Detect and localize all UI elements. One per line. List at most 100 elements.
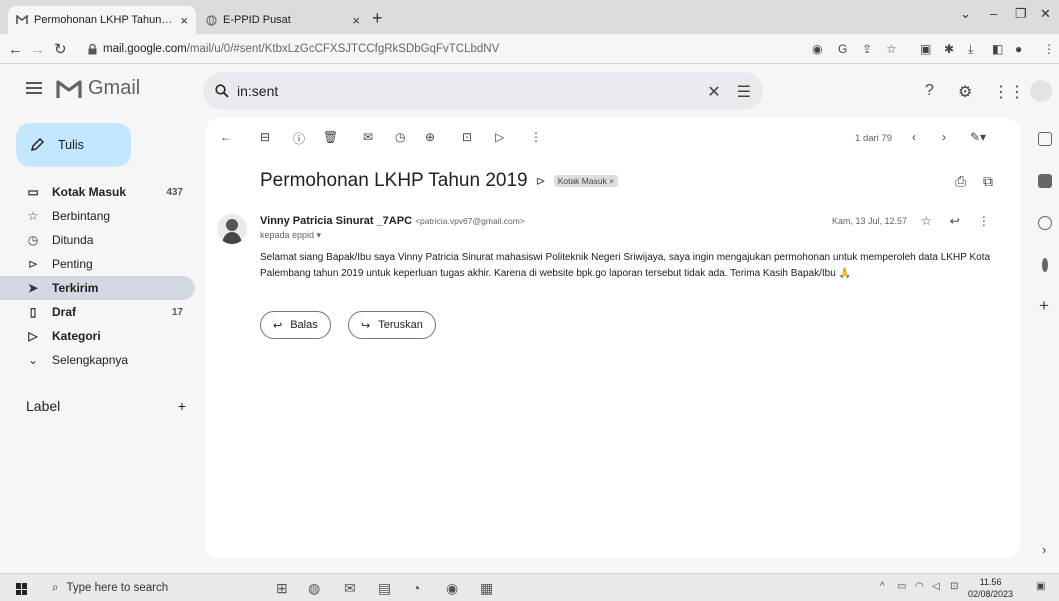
sidebar-item-inbox[interactable]: ▭ Kotak Masuk 437 — [0, 180, 195, 204]
labels-icon[interactable]: ▷ — [495, 130, 504, 144]
sidebar-item-drafts[interactable]: ▯ Draf 17 — [0, 300, 195, 324]
tab-gmail[interactable]: Permohonan LKHP Tahun 2019 - × — [8, 6, 196, 34]
compose-button[interactable]: Tulis — [16, 123, 131, 167]
more-vert-icon[interactable]: ⋮ — [978, 214, 990, 228]
forward-arrow-icon[interactable]: → — [30, 41, 45, 58]
older-chevron-icon[interactable]: › — [942, 130, 946, 144]
mark-unread-icon[interactable]: ✉ — [363, 130, 373, 144]
search-input[interactable]: in:sent — [237, 83, 278, 99]
help-icon[interactable]: ? — [925, 82, 934, 100]
draft-count: 17 — [171, 306, 183, 318]
sidebar-item-sent[interactable]: ➤ Terkirim — [0, 276, 195, 300]
contacts-icon[interactable] — [1042, 258, 1048, 272]
url-path: /mail/u/0/#sent/KtbxLzGcCFXSJTCCfgRkSDbG… — [186, 43, 500, 55]
sidebar-item-important[interactable]: ⊳ Penting — [0, 252, 195, 276]
search-icon[interactable] — [215, 84, 229, 98]
sidebar-item-more[interactable]: ⌄ Selengkapnya — [0, 348, 195, 372]
gmail-header: Gmail in:sent ✕ ☰ ? ⚙ ⋮⋮ — [0, 64, 1059, 118]
bookmark-star-icon[interactable]: ☆ — [886, 42, 897, 56]
windows-start-icon[interactable] — [16, 583, 28, 595]
tab-close-icon[interactable]: × — [352, 13, 360, 28]
sidebar-item-starred[interactable]: ☆ Berbintang — [0, 204, 195, 228]
add-task-icon[interactable]: ⊕ — [425, 130, 435, 144]
sidebar-item-categories[interactable]: ▷ Kategori — [0, 324, 195, 348]
chrome-icon[interactable]: ◉ — [446, 580, 458, 597]
share-icon[interactable]: ⇪ — [862, 42, 872, 56]
gmail-logo[interactable]: Gmail — [56, 77, 140, 100]
battery-icon[interactable]: ▭ — [897, 581, 906, 592]
input-tools-icon[interactable]: ✎▾ — [970, 130, 986, 144]
puzzle-icon[interactable]: ✱ — [944, 42, 954, 56]
tray-chevron-icon[interactable]: ^ — [880, 581, 885, 592]
search-options-icon[interactable]: ☰ — [737, 82, 751, 102]
settings-gear-icon[interactable]: ⚙ — [958, 82, 972, 102]
volume-icon[interactable]: ◁ — [932, 581, 940, 592]
snooze-icon[interactable]: ◷ — [395, 130, 405, 144]
sender-avatar[interactable] — [217, 214, 247, 244]
tab-search-chevron-icon[interactable]: ⌄ — [960, 6, 971, 22]
reply-button[interactable]: ↩ Balas — [260, 311, 331, 339]
chrome-menu-icon[interactable]: ⋮ — [1043, 42, 1055, 56]
file-explorer-icon[interactable]: ▤ — [378, 580, 391, 597]
back-arrow-icon[interactable]: ← — [8, 41, 23, 58]
recipients-toggle[interactable]: kepada eppid ▾ — [260, 230, 321, 241]
tab-eppid[interactable]: E-PPID Pusat × — [198, 6, 368, 34]
more-options-icon[interactable]: ⋮ — [530, 130, 542, 144]
show-side-panel-icon[interactable]: › — [1042, 542, 1046, 557]
edge-icon[interactable]: ◔ — [412, 580, 420, 596]
new-tab-button[interactable]: + — [372, 8, 383, 29]
restore-icon[interactable]: ❐ — [1015, 6, 1027, 22]
move-to-icon[interactable]: ⊡ — [462, 130, 472, 144]
language-icon[interactable]: ⊡ — [950, 581, 958, 592]
important-marker-icon[interactable]: ⊳ — [536, 174, 546, 188]
archive-icon[interactable]: ⊟ — [260, 130, 270, 144]
reload-icon[interactable]: ↻ — [54, 40, 67, 58]
report-spam-icon[interactable]: ⓘ — [293, 130, 305, 147]
mail-app-icon[interactable]: ✉ — [344, 580, 356, 597]
tab-close-icon[interactable]: × — [180, 13, 188, 28]
email-subject: Permohonan LKHP Tahun 2019 — [260, 170, 528, 191]
sender-name[interactable]: Vinny Patricia Sinurat _7APC — [260, 215, 412, 227]
labels-heading: Label — [26, 398, 61, 414]
address-bar[interactable]: mail.google.com/mail/u/0/#sent/KtbxLzGcC… — [88, 38, 908, 60]
download-icon[interactable]: ⤓ — [968, 42, 973, 57]
profile-icon[interactable]: ● — [1015, 42, 1022, 56]
minimize-icon[interactable]: – — [990, 6, 997, 21]
side-panel-icon[interactable]: ◧ — [992, 42, 1003, 56]
apps-grid-icon[interactable]: ⋮⋮ — [993, 82, 1025, 102]
taskbar-search[interactable]: ⌕ Type here to search — [42, 577, 232, 599]
account-avatar[interactable] — [1030, 80, 1052, 102]
word-icon[interactable]: ▦ — [480, 580, 493, 597]
eye-icon[interactable]: ◉ — [812, 42, 822, 56]
star-icon[interactable]: ☆ — [921, 214, 932, 228]
wifi-icon[interactable]: ◠ — [915, 581, 924, 592]
notification-icon[interactable]: ▣ — [1036, 581, 1045, 592]
main-menu-icon[interactable] — [26, 82, 42, 94]
open-new-window-icon[interactable]: ⧉ — [983, 173, 993, 190]
clear-search-icon[interactable]: ✕ — [707, 82, 720, 102]
sender-email: <patricia.vpv67@gmail.com> — [415, 216, 525, 226]
add-label-button[interactable]: + — [178, 398, 186, 414]
delete-icon[interactable]: 🗑 — [323, 130, 338, 144]
close-window-icon[interactable]: ✕ — [1040, 6, 1051, 22]
inbox-label-chip[interactable]: Kotak Masuk × — [553, 175, 619, 187]
search-bar[interactable]: in:sent ✕ ☰ — [203, 72, 763, 110]
add-addon-icon[interactable]: + — [1039, 296, 1049, 316]
sidebar-nav: ▭ Kotak Masuk 437 ☆ Berbintang ◷ Ditunda… — [0, 180, 195, 372]
task-view-icon[interactable]: ⊞ — [276, 580, 288, 597]
newer-chevron-icon[interactable]: ‹ — [912, 130, 916, 144]
print-icon[interactable]: ⎙ — [955, 173, 966, 190]
sidebar-item-snoozed[interactable]: ◷ Ditunda — [0, 228, 195, 252]
forward-button[interactable]: ↪ Teruskan — [348, 311, 436, 339]
back-to-list-icon[interactable]: ← — [220, 130, 232, 144]
extension-icon[interactable]: ▣ — [920, 42, 931, 56]
calendar-icon[interactable] — [1038, 132, 1052, 146]
message-actions: ☆ ↩ ⋮ — [921, 214, 990, 228]
keep-icon[interactable] — [1038, 174, 1052, 188]
tasks-icon[interactable] — [1038, 216, 1052, 230]
reply-icon[interactable]: ↩ — [950, 214, 960, 228]
taskbar-clock[interactable]: 11.56 02/08/2023 — [968, 576, 1013, 600]
app-icon[interactable]: ◍ — [308, 580, 320, 597]
google-lens-icon[interactable]: G — [838, 42, 847, 56]
message-view: ← ⊟ ⓘ 🗑 ✉ ◷ ⊕ ⊡ ▷ ⋮ 1 dari 79 ‹ › ✎▾ Per… — [205, 118, 1020, 558]
